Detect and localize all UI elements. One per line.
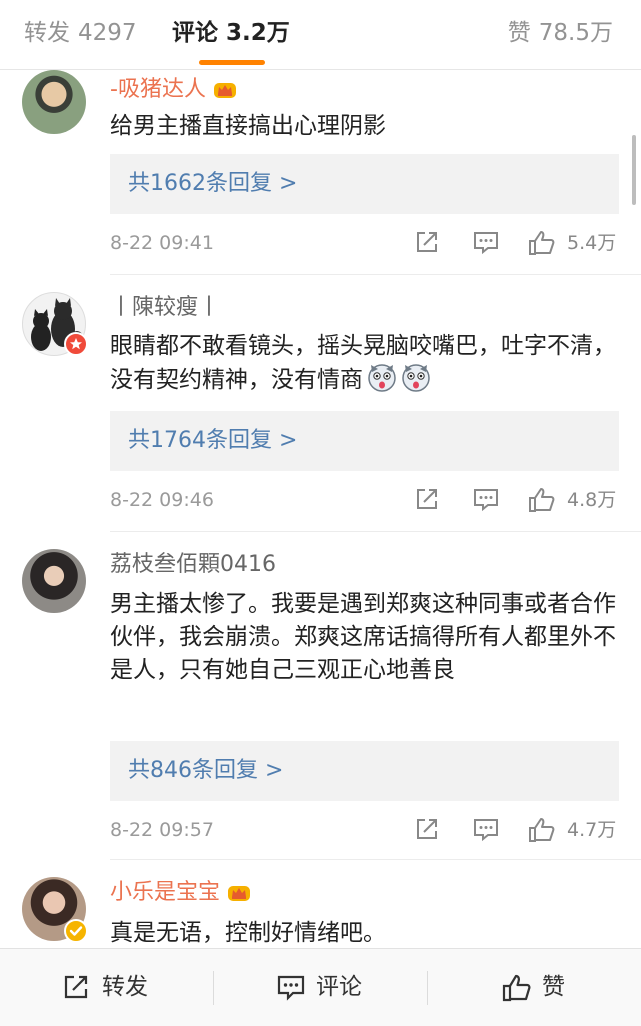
comment-meta: 8-22 09:46 4.8万 bbox=[110, 485, 619, 515]
comment-icon[interactable] bbox=[472, 486, 500, 512]
share-icon[interactable] bbox=[414, 486, 440, 512]
divider bbox=[110, 531, 641, 532]
tab-repost[interactable]: 转发 4297 bbox=[24, 18, 137, 48]
bottom-action-bar: 转发 评论 赞 bbox=[0, 948, 641, 1026]
comment-like-count: 4.7万 bbox=[567, 819, 617, 841]
share-icon bbox=[64, 975, 88, 999]
comment-username-text: 小乐是宝宝 bbox=[110, 880, 221, 905]
like-icon[interactable] bbox=[528, 486, 556, 514]
divider bbox=[110, 859, 641, 860]
comment-tabs: 转发 4297 评论 3.2万 赞 78.5万 bbox=[0, 0, 641, 70]
comment-time: 8-22 09:57 bbox=[110, 819, 214, 841]
comment-username[interactable]: 荔枝叁佰顆0416 bbox=[110, 551, 276, 579]
comment-time: 8-22 09:41 bbox=[110, 232, 214, 254]
comment-content-text: 眼睛都不敢看镜头，摇头晃脑咬嘴巴，吐字不清，没有契约精神，没有情商 bbox=[110, 333, 616, 393]
like-button-label: 赞 bbox=[542, 974, 565, 1000]
comment-replies-link[interactable]: 共846条回复 > bbox=[110, 741, 619, 801]
like-icon bbox=[502, 974, 531, 1002]
comment-icon[interactable] bbox=[472, 816, 500, 842]
repost-button-label: 转发 bbox=[102, 974, 148, 1000]
like-button[interactable]: 赞 bbox=[502, 969, 582, 1005]
comment-username[interactable]: 丨陳较瘦丨 bbox=[110, 294, 220, 322]
like-icon[interactable] bbox=[528, 816, 556, 844]
dog-emoji-icon bbox=[402, 364, 430, 392]
comment-meta: 8-22 09:41 5.4万 bbox=[110, 228, 619, 258]
comment-meta: 8-22 09:57 4.7万 bbox=[110, 815, 619, 845]
tab-repost-count: 4297 bbox=[78, 20, 137, 46]
verified-badge-icon bbox=[64, 919, 88, 943]
verified-badge-icon bbox=[64, 332, 88, 356]
comment-time: 8-22 09:46 bbox=[110, 489, 214, 511]
comment-like-count: 5.4万 bbox=[567, 232, 617, 254]
comment-username[interactable]: 小乐是宝宝 bbox=[110, 879, 252, 907]
like-icon[interactable] bbox=[528, 229, 556, 257]
active-tab-indicator bbox=[199, 60, 265, 65]
tab-like[interactable]: 赞 78.5万 bbox=[508, 18, 613, 48]
comment-replies-link[interactable]: 共1764条回复 > bbox=[110, 411, 619, 471]
divider bbox=[110, 274, 641, 275]
comment-content: 真是无语，控制好情绪吧。 bbox=[110, 920, 386, 946]
comment-content: 眼睛都不敢看镜头，摇头晃脑咬嘴巴，吐字不清，没有契约精神，没有情商 bbox=[110, 330, 625, 397]
divider bbox=[213, 971, 214, 1005]
comment-content: 给男主播直接搞出心理阴影 bbox=[110, 113, 386, 139]
scrollbar[interactable] bbox=[632, 135, 636, 205]
comment-username-text: -吸猪达人 bbox=[110, 77, 206, 102]
avatar[interactable] bbox=[22, 549, 86, 613]
tab-comment[interactable]: 评论 3.2万 bbox=[172, 18, 290, 48]
tab-comment-label: 评论 bbox=[172, 20, 218, 46]
dog-emoji-icon bbox=[368, 364, 396, 392]
tab-repost-label: 转发 bbox=[24, 20, 70, 46]
share-icon[interactable] bbox=[414, 229, 440, 255]
comment-replies-link[interactable]: 共1662条回复 > bbox=[110, 154, 619, 214]
comment-icon bbox=[277, 975, 305, 1001]
crown-icon bbox=[228, 886, 251, 901]
tab-like-count: 78.5万 bbox=[538, 20, 613, 46]
repost-button[interactable]: 转发 bbox=[62, 969, 162, 1005]
divider bbox=[427, 971, 428, 1005]
comment-button-label: 评论 bbox=[316, 974, 362, 1000]
comment-icon[interactable] bbox=[472, 229, 500, 255]
tab-like-label: 赞 bbox=[507, 20, 531, 46]
comment-like-count: 4.8万 bbox=[567, 489, 617, 511]
share-icon[interactable] bbox=[414, 816, 440, 842]
comment-username[interactable]: -吸猪达人 bbox=[110, 76, 238, 104]
avatar[interactable] bbox=[22, 70, 86, 134]
comment-button[interactable]: 评论 bbox=[276, 969, 376, 1005]
tab-comment-count: 3.2万 bbox=[226, 20, 290, 46]
crown-icon bbox=[213, 83, 236, 98]
comment-content: 男主播太惨了。我要是遇到郑爽这种同事或者合作伙伴，我会崩溃。郑爽这席话搞得所有人… bbox=[110, 591, 616, 683]
